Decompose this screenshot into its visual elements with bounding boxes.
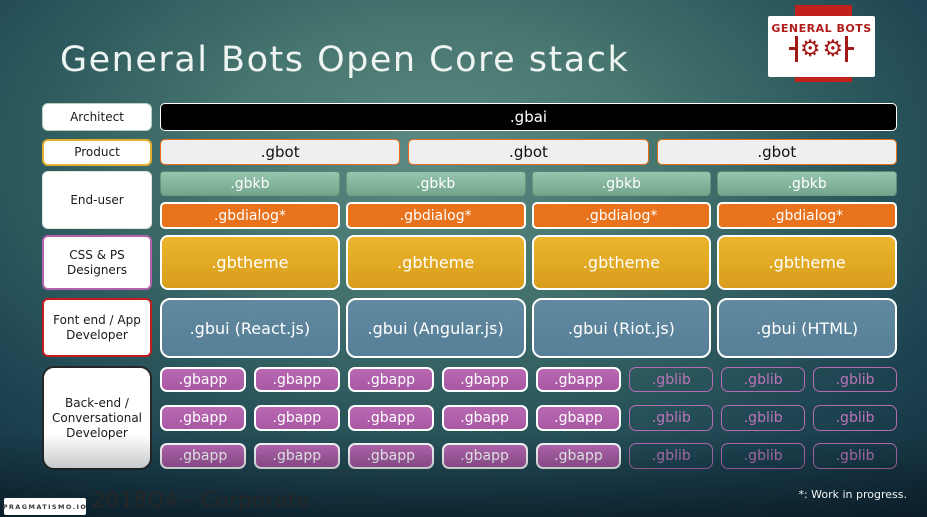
box-gbui-angular: .gbui (Angular.js) — [345, 298, 526, 358]
box-gbkb: .gbkb — [160, 171, 340, 196]
box-gbapp: .gbapp — [253, 443, 340, 469]
box-gbapp: .gbapp — [160, 443, 246, 469]
row-backend-3: .gbapp .gbapp .gbapp .gbapp .gbapp .gbli… — [160, 443, 897, 469]
box-gbui-react: .gbui (React.js) — [160, 298, 340, 358]
row-gbkb: .gbkb .gbkb .gbkb .gbkb — [160, 171, 897, 196]
pragmatismo-badge: PRAGMATISMO.IO — [3, 498, 86, 515]
row-architect: .gbai — [160, 103, 897, 131]
box-gbapp: .gbapp — [535, 367, 622, 392]
box-gbkb: .gbkb — [531, 171, 712, 196]
row-label-end-user: End-user — [42, 171, 152, 229]
box-gbai: .gbai — [160, 103, 897, 131]
box-gbapp: .gbapp — [253, 405, 340, 431]
box-gbapp: .gbapp — [253, 367, 340, 392]
box-gbdialog: .gbdialog* — [345, 202, 526, 229]
box-gblib: .gblib — [813, 405, 897, 431]
box-gbot: .gbot — [160, 139, 401, 165]
box-gbapp: .gbapp — [347, 443, 434, 469]
logo-brand-text: GENERAL BOTS — [771, 22, 872, 35]
box-gblib: .gblib — [629, 367, 714, 392]
box-gbdialog: .gbdialog* — [531, 202, 712, 229]
row-label-css-ps-designers: CSS & PS Designers — [42, 235, 152, 290]
box-gbtheme: .gbtheme — [345, 235, 526, 290]
box-gbapp: .gbapp — [160, 405, 246, 431]
box-gbot: .gbot — [408, 139, 649, 165]
box-gbapp: .gbapp — [441, 405, 528, 431]
box-gblib: .gblib — [813, 443, 897, 469]
box-gbapp: .gbapp — [160, 367, 246, 392]
box-gblib: .gblib — [721, 367, 806, 392]
box-gblib: .gblib — [721, 405, 806, 431]
box-gbkb: .gbkb — [345, 171, 526, 196]
work-in-progress-footnote: *: Work in progress. — [798, 488, 907, 501]
box-gbtheme: .gbtheme — [531, 235, 712, 290]
gear-icon: ⚙ — [822, 36, 844, 62]
row-label-frontend-app-developer: Font end / App Developer — [42, 298, 152, 357]
box-gblib: .gblib — [629, 443, 714, 469]
box-gbdialog: .gbdialog* — [160, 202, 340, 229]
gear-axle-left-icon — [788, 36, 798, 62]
box-gbapp: .gbapp — [441, 443, 528, 469]
page-title: General Bots Open Core stack — [60, 40, 630, 80]
row-backend-1: .gbapp .gbapp .gbapp .gbapp .gbapp .gbli… — [160, 367, 897, 392]
box-gblib: .gblib — [813, 367, 897, 392]
row-gbdialog: .gbdialog* .gbdialog* .gbdialog* .gbdial… — [160, 202, 897, 229]
row-label-product: Product — [42, 139, 152, 166]
box-gbapp: .gbapp — [535, 405, 622, 431]
box-gbapp: .gbapp — [535, 443, 622, 469]
general-bots-logo: GENERAL BOTS ⚙ ⚙ — [768, 16, 875, 77]
box-gbui-html: .gbui (HTML) — [717, 298, 897, 358]
box-gbtheme: .gbtheme — [717, 235, 897, 290]
row-label-backend-conversational-developer: Back-end / Conversational Developer — [42, 366, 152, 470]
box-gbapp: .gbapp — [347, 367, 434, 392]
box-gbapp: .gbapp — [441, 367, 528, 392]
row-backend-2: .gbapp .gbapp .gbapp .gbapp .gbapp .gbli… — [160, 405, 897, 431]
gear-axle-right-icon — [845, 36, 855, 62]
box-gblib: .gblib — [721, 443, 806, 469]
box-gbapp: .gbapp — [347, 405, 434, 431]
row-label-architect: Architect — [42, 103, 152, 131]
row-product: .gbot .gbot .gbot — [160, 139, 897, 165]
row-gbtheme: .gbtheme .gbtheme .gbtheme .gbtheme — [160, 235, 897, 290]
box-gbdialog: .gbdialog* — [717, 202, 897, 229]
box-gblib: .gblib — [629, 405, 714, 431]
box-gbui-riot: .gbui (Riot.js) — [531, 298, 712, 358]
box-gbtheme: .gbtheme — [160, 235, 340, 290]
slide: General Bots Open Core stack GENERAL BOT… — [0, 0, 927, 517]
box-gbkb: .gbkb — [717, 171, 897, 196]
box-gbot: .gbot — [656, 139, 897, 165]
footer-version-text: 2018Q4 - Corporate — [92, 488, 311, 512]
gear-icon: ⚙ — [799, 36, 821, 62]
logo-gears: ⚙ ⚙ — [768, 36, 875, 62]
row-gbui: .gbui (React.js) .gbui (Angular.js) .gbu… — [160, 298, 897, 358]
